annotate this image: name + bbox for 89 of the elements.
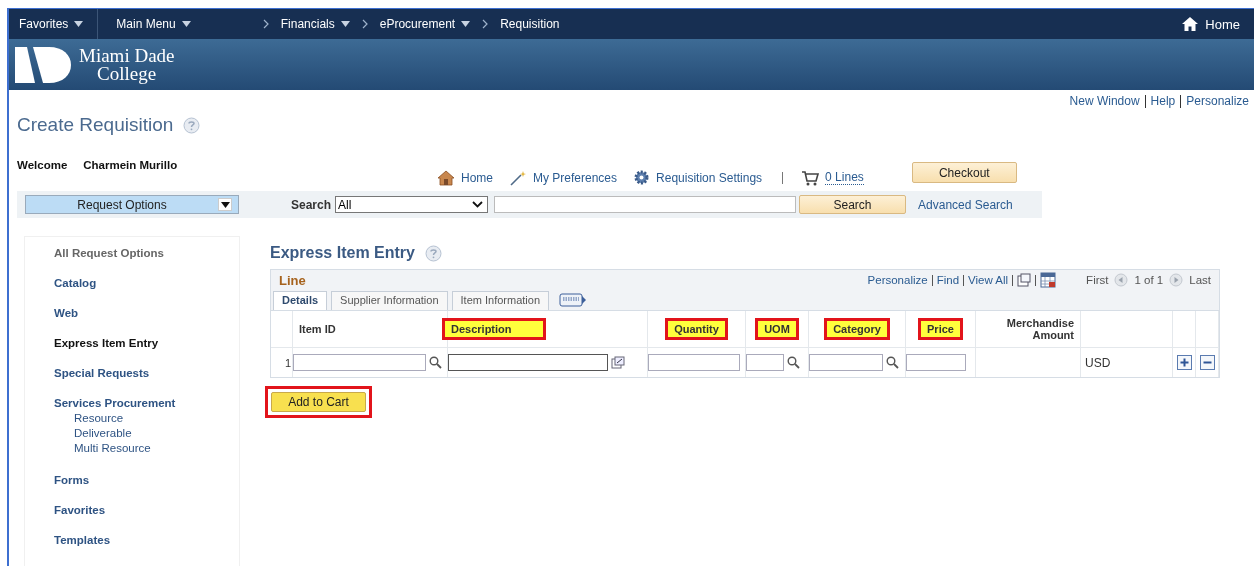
chevron-icon: [262, 19, 269, 29]
expand-icon: [611, 356, 625, 369]
toolbar-link[interactable]: Requisition Settings: [633, 159, 763, 186]
sidebar-item[interactable]: Services Procurement: [54, 397, 176, 409]
caret-icon: [74, 21, 84, 27]
column-header: Description: [445, 321, 543, 337]
grid-input-field[interactable]: [293, 354, 426, 371]
grid-input-field[interactable]: [809, 354, 883, 371]
column-header: Merchandise Amount: [1005, 316, 1075, 343]
welcome-label: Welcome: [17, 159, 68, 171]
sidebar-item[interactable]: Web: [54, 307, 79, 319]
grid-link[interactable]: Find: [936, 274, 960, 286]
column-header: Quantity: [668, 321, 725, 337]
add-row-icon: [1176, 355, 1192, 370]
grid-link[interactable]: Personalize: [867, 274, 928, 286]
chevron-icon: [482, 19, 489, 29]
search-label: Search: [291, 197, 332, 212]
section-title: Express Item Entry: [270, 244, 415, 262]
grid-tab[interactable]: Details: [273, 291, 328, 310]
help-icon: [183, 116, 201, 134]
search-field[interactable]: [494, 196, 797, 213]
page-title: Create Requisition: [17, 114, 174, 136]
nav-menu-item[interactable]: Financials: [274, 17, 356, 31]
home-icon: [1181, 16, 1200, 32]
caret-icon: [181, 21, 191, 27]
advanced-search-link[interactable]: Advanced Search: [918, 197, 1013, 212]
grid-input-field[interactable]: [906, 354, 966, 371]
house-icon: [437, 169, 455, 186]
search-icon: [886, 356, 899, 369]
search-icon: [429, 356, 442, 369]
chevron-down-icon: [472, 201, 484, 208]
header-link[interactable]: Personalize: [1180, 94, 1254, 108]
cart-icon: [801, 169, 820, 186]
sidebar-item[interactable]: Catalog: [54, 277, 97, 289]
row-number: 1: [284, 356, 291, 369]
wand-icon: [509, 169, 527, 186]
nav-menu-item[interactable]: eProcurement: [373, 17, 477, 31]
delete-row-icon: [1199, 355, 1215, 370]
sidebar-item[interactable]: Express Item Entry: [54, 337, 159, 349]
sidebar-subitem[interactable]: Resource: [74, 411, 124, 426]
header-link[interactable]: Help: [1144, 94, 1181, 108]
previous-icon: [1114, 273, 1129, 287]
caret-icon: [340, 21, 350, 27]
caret-icon: [461, 21, 471, 27]
category-select[interactable]: All: [335, 196, 489, 213]
sidebar-subitem[interactable]: Deliverable: [74, 426, 132, 441]
currency-code: USD: [1085, 355, 1111, 370]
sidebar-item[interactable]: Special Requests: [54, 367, 150, 379]
caret-icon: [220, 201, 230, 208]
grid-tab[interactable]: Supplier Information: [331, 291, 448, 310]
page-range: 1 of 1: [1134, 274, 1164, 286]
column-header: UOM: [758, 321, 796, 337]
column-header: Price: [921, 321, 960, 337]
grid-link[interactable]: View All: [968, 274, 1009, 286]
sidebar-item[interactable]: All Request Options: [54, 247, 164, 259]
sidebar-item[interactable]: Templates: [54, 534, 111, 546]
sidebar-item[interactable]: Forms: [54, 474, 90, 486]
sidebar-item[interactable]: Favorites: [54, 504, 106, 516]
toolbar-link[interactable]: Home: [437, 159, 493, 186]
search-icon: [787, 356, 800, 369]
grid-input-field[interactable]: [746, 354, 784, 371]
next-icon: [1169, 273, 1184, 287]
zoom-icon: [1017, 273, 1032, 287]
gear-icon: [633, 169, 651, 186]
checkout-button[interactable]: Checkout: [911, 162, 1017, 183]
last-link[interactable]: Last: [1189, 274, 1211, 286]
chevron-icon: [361, 19, 368, 29]
grid-tab[interactable]: Item Information: [451, 291, 549, 310]
nav-menu-item[interactable]: Main Menu: [110, 17, 197, 31]
college-name: Miami Dade College: [79, 46, 175, 83]
toolbar-link[interactable]: My Preferences: [509, 159, 618, 186]
grid-input-field[interactable]: [648, 354, 740, 371]
home-link[interactable]: Home: [1175, 16, 1246, 32]
header-link[interactable]: New Window: [1064, 94, 1145, 108]
first-link[interactable]: First: [1086, 274, 1109, 286]
help-icon: [424, 244, 442, 262]
column-header: Category: [827, 321, 887, 337]
search-button[interactable]: Search: [799, 195, 907, 214]
spreadsheet-icon: [1040, 272, 1057, 288]
grid-input-field[interactable]: [448, 354, 608, 371]
logo-icon: [13, 44, 73, 85]
request-options-dropdown[interactable]: Request Options: [25, 195, 239, 214]
nav-menu-item[interactable]: Requisition: [494, 17, 566, 31]
cart-lines-link[interactable]: 0 Lines: [825, 170, 864, 185]
grid-title: Line: [279, 272, 306, 288]
add-to-cart-button[interactable]: Add to Cart: [271, 392, 366, 412]
sidebar-subitem[interactable]: Multi Resource: [74, 441, 151, 456]
user-name: Charmein Murillo: [83, 159, 178, 171]
column-header: Item ID: [298, 322, 337, 337]
